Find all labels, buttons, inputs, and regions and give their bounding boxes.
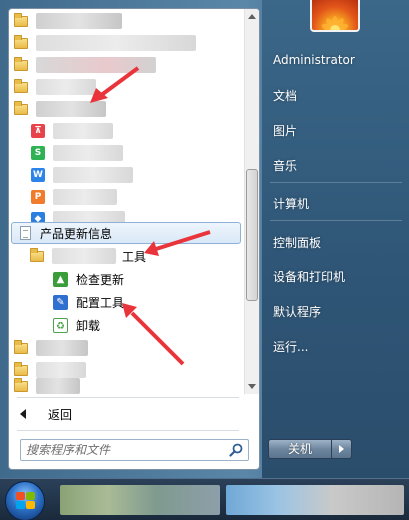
program-item[interactable]: S: [9, 142, 241, 164]
windows-logo-icon: [16, 492, 36, 510]
wps-presentation-icon: P: [31, 190, 45, 204]
programs-scrollbar[interactable]: [244, 9, 259, 394]
separator: [270, 182, 402, 183]
menu-item-user[interactable]: Administrator: [265, 47, 405, 73]
search-input[interactable]: [26, 441, 216, 459]
shutdown-group: 关机: [268, 439, 356, 459]
divider: [17, 397, 239, 398]
redacted-label: [36, 378, 80, 394]
menu-item-label: 控制面板: [273, 235, 322, 250]
redacted-label: [36, 101, 106, 117]
menu-item-default-programs[interactable]: 默认程序: [265, 298, 405, 324]
back-button[interactable]: 返回: [9, 402, 259, 426]
program-folder[interactable]: [9, 76, 241, 98]
user-picture[interactable]: [310, 0, 360, 32]
scroll-down-icon[interactable]: [248, 384, 256, 389]
menu-item-devices-printers[interactable]: 设备和打印机: [265, 263, 405, 289]
program-item[interactable]: ⊼: [9, 120, 241, 142]
menu-item-control-panel[interactable]: 控制面板: [265, 229, 405, 255]
folder-icon: [14, 78, 28, 93]
redacted-label: [53, 145, 123, 161]
redacted-label: [52, 248, 116, 264]
program-folder-tools[interactable]: 工具: [9, 245, 241, 267]
redacted-label: [53, 189, 117, 205]
taskbar: [0, 478, 409, 520]
menu-item-label: 音乐: [273, 158, 298, 173]
menu-item-run[interactable]: 运行...: [265, 333, 405, 359]
program-item-uninstall[interactable]: ♻ 卸载: [9, 314, 241, 336]
program-folder[interactable]: [9, 54, 241, 76]
divider: [17, 430, 239, 431]
folder-icon: [14, 361, 28, 376]
programs-tree: ⊼ S W P ◆ 产品更新信息 工具 ▲ 检查更新 ✎ 配置工具 ♻ 卸载: [9, 9, 243, 394]
program-item-product-update-info[interactable]: 产品更新信息: [11, 222, 241, 244]
search-box[interactable]: [20, 439, 249, 461]
separator: [270, 220, 402, 221]
redacted-label: [36, 79, 96, 95]
wrench-icon: ✎: [53, 294, 68, 310]
start-menu: ⊼ S W P ◆ 产品更新信息 工具 ▲ 检查更新 ✎ 配置工具 ♻ 卸载 返…: [0, 0, 409, 478]
document-icon: [20, 226, 31, 240]
menu-item-label: 设备和打印机: [273, 269, 346, 284]
program-folder[interactable]: [9, 32, 241, 54]
uninstall-icon: ♻: [53, 317, 68, 333]
folder-icon: [14, 56, 28, 71]
redacted-label: [53, 167, 133, 183]
menu-item-label: 运行...: [273, 339, 309, 354]
redacted-label: [53, 123, 113, 139]
folder-label-suffix: 工具: [122, 249, 147, 264]
program-item-label: 卸载: [76, 318, 101, 333]
menu-item-music[interactable]: 音乐: [265, 152, 405, 178]
redacted-label: [36, 340, 88, 356]
redacted-label: [36, 57, 156, 73]
scroll-up-icon[interactable]: [248, 14, 256, 19]
program-folder[interactable]: [9, 337, 241, 359]
shutdown-options-button[interactable]: [332, 439, 352, 459]
menu-item-label: 文档: [273, 88, 298, 103]
folder-icon: [14, 339, 28, 354]
menu-item-computer[interactable]: 计算机: [265, 190, 405, 216]
wps-spreadsheet-icon: S: [31, 146, 45, 160]
program-folder[interactable]: [9, 10, 241, 32]
menu-item-label: 图片: [273, 123, 298, 138]
program-folder-expanded[interactable]: [9, 98, 241, 120]
folder-open-icon: [30, 247, 44, 262]
taskbar-app-button[interactable]: [226, 485, 404, 515]
redacted-label: [36, 35, 196, 51]
redacted-label: [36, 13, 122, 29]
back-label: 返回: [48, 407, 73, 422]
back-arrow-icon: [20, 409, 26, 419]
program-item-label: 检查更新: [76, 272, 125, 287]
program-item[interactable]: W: [9, 164, 241, 186]
folder-icon: [14, 377, 28, 392]
folder-open-icon: [14, 100, 28, 115]
taskbar-app-button[interactable]: [60, 485, 220, 515]
scroll-thumb[interactable]: [246, 169, 258, 301]
right-pane: Administrator 文档 图片 音乐 计算机 控制面板 设备和打印机 默…: [262, 0, 409, 478]
search-icon[interactable]: [225, 440, 247, 460]
menu-item-pictures[interactable]: 图片: [265, 117, 405, 143]
chevron-right-icon: [339, 445, 344, 453]
program-item[interactable]: P: [9, 186, 241, 208]
program-item-config-tool[interactable]: ✎ 配置工具: [9, 291, 241, 313]
wps-writer-icon: W: [31, 168, 45, 182]
menu-item-label: 默认程序: [273, 304, 322, 319]
menu-item-documents[interactable]: 文档: [265, 82, 405, 108]
folder-icon: [14, 12, 28, 27]
shutdown-button[interactable]: 关机: [268, 439, 332, 459]
menu-item-label: 计算机: [273, 196, 310, 211]
program-item-label: 配置工具: [76, 295, 125, 310]
programs-pane: ⊼ S W P ◆ 产品更新信息 工具 ▲ 检查更新 ✎ 配置工具 ♻ 卸载 返…: [8, 8, 260, 470]
folder-icon: [14, 34, 28, 49]
program-folder[interactable]: [9, 375, 241, 397]
program-item-label: 产品更新信息: [40, 226, 113, 241]
wps-pdf-icon: ⊼: [31, 124, 45, 138]
program-item-check-update[interactable]: ▲ 检查更新: [9, 268, 241, 290]
menu-item-label: Administrator: [273, 53, 355, 67]
check-update-icon: ▲: [53, 271, 68, 287]
start-button[interactable]: [5, 481, 45, 520]
